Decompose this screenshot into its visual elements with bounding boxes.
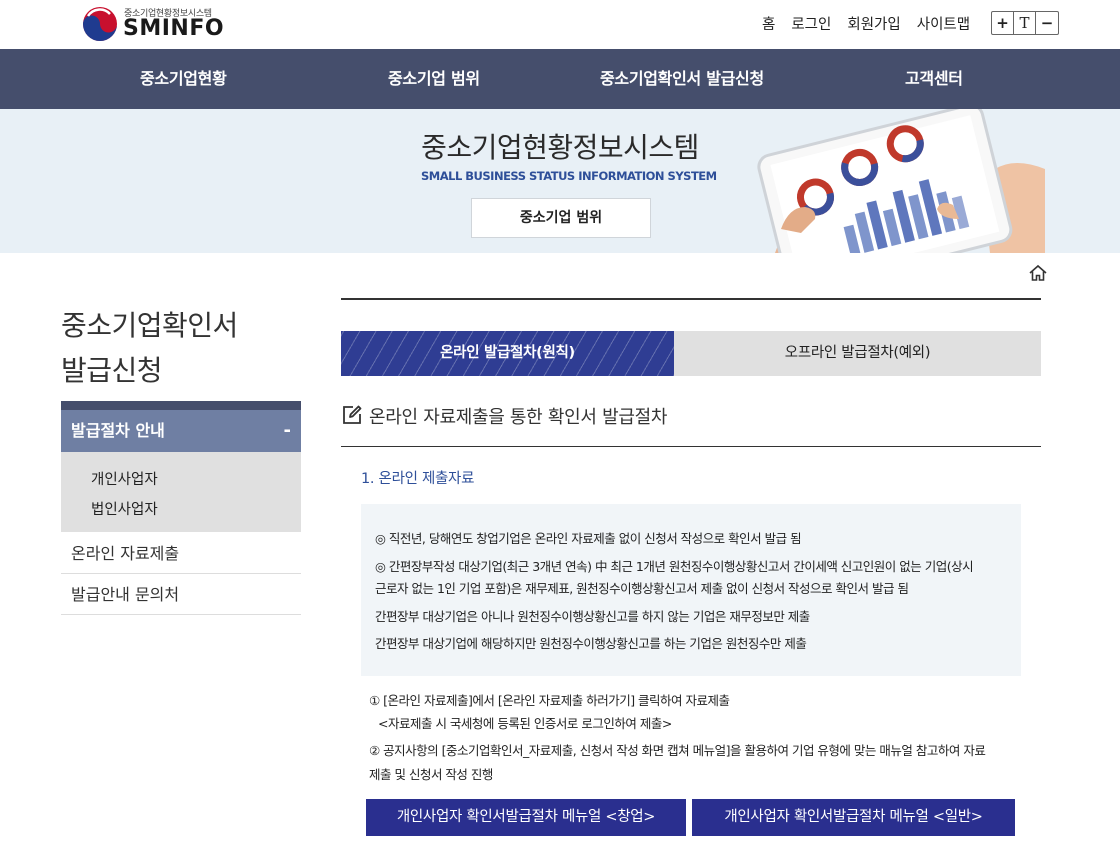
step-line: ② 공지사항의 [중소기업확인서_자료제출, 신청서 작성 화면 캡쳐 메뉴얼]… — [369, 743, 986, 758]
main-navigation: 중소기업현황 중소기업 범위 중소기업확인서 발급신청 고객센터 — [0, 49, 1120, 109]
info-line: 근로자 없는 1인 기업 포함)은 재무제표, 원천징수이행상황신고서 제출 없… — [375, 581, 909, 596]
collapse-toggle[interactable]: - — [284, 410, 291, 452]
font-decrease-button[interactable]: − — [1036, 12, 1058, 34]
edit-pencil-icon — [343, 405, 362, 424]
sidebar-submenu: 개인사업자 법인사업자 — [61, 452, 301, 532]
info-line: 간편장부 대상기업은 아니나 원천징수이행상황신고를 하지 않는 기업은 재무정… — [375, 609, 810, 624]
section-title-text: 온라인 자료제출을 통한 확인서 발급절차 — [369, 407, 668, 428]
section-title: 온라인 자료제출을 통한 확인서 발급절차 — [341, 403, 667, 429]
home-icon[interactable] — [1028, 263, 1048, 283]
step-line: <자료제출 시 국세청에 등록된 인증서로 로그인하여 제출> — [378, 716, 672, 731]
util-link-signup[interactable]: 회원가입 — [847, 13, 900, 34]
visual-banner: 중소기업현황정보시스템 SMALL BUSINESS STATUS INFORM… — [0, 109, 1120, 253]
font-size-controls: + T − — [991, 11, 1059, 35]
sidebar-subitem-individual[interactable]: 개인사업자 — [91, 468, 158, 489]
sidebar-item-inquiry[interactable]: 발급안내 문의처 — [61, 574, 301, 615]
sidebar-item-issuance-guide[interactable]: 발급절차 안내 - — [61, 410, 301, 452]
section-divider — [341, 446, 1041, 447]
sidebar-item-online-submission[interactable]: 온라인 자료제출 — [61, 533, 301, 574]
tab-offline-procedure[interactable]: 오프라인 발급절차(예외) — [674, 331, 1041, 376]
info-line: 간편장부 대상기업에 해당하지만 원천징수이행상황신고를 하는 기업은 원천징수… — [375, 636, 807, 651]
manual-startup-button[interactable]: 개인사업자 확인서발급절차 메뉴얼 <창업> — [366, 799, 686, 836]
sidebar-top-bar — [61, 401, 301, 410]
tab-online-procedure[interactable]: 온라인 발급절차(원칙) — [341, 331, 674, 376]
manual-general-button[interactable]: 개인사업자 확인서발급절차 메뉴얼 <일반> — [692, 799, 1015, 836]
gnb-item-sme-status[interactable]: 중소기업현황 — [140, 49, 227, 109]
sidebar-title-line2: 발급신청 — [61, 354, 163, 387]
info-line: ◎ 간편장부작성 대상기업(최근 3개년 연속) 中 최근 1개년 원천징수이행… — [375, 559, 974, 574]
online-materials-heading: 1. 온라인 제출자료 — [361, 471, 475, 487]
info-line: ◎ 직전년, 당해연도 창업기업은 온라인 자료제출 없이 신청서 작성으로 확… — [375, 531, 802, 546]
util-link-sitemap[interactable]: 사이트맵 — [917, 13, 970, 34]
sidebar-title: 중소기업확인서 발급신청 — [61, 303, 238, 393]
logo-wordmark: SMINFO — [123, 16, 225, 41]
content-top-divider — [341, 298, 1041, 300]
tablet-chart-illustration — [757, 109, 1045, 253]
util-link-home[interactable]: 홈 — [762, 13, 775, 34]
top-bar: 중소기업현황정보시스템 SMINFO 홈 로그인 회원가입 사이트맵 + T − — [0, 0, 1120, 49]
banner-scope-button[interactable]: 중소기업 범위 — [471, 198, 651, 238]
gnb-item-customer-center[interactable]: 고객센터 — [905, 49, 963, 109]
step-line: ① [온라인 자료제출]에서 [온라인 자료제출 하러가기] 클릭하여 자료제출 — [369, 693, 730, 708]
banner-title-text: 중소기업현황정보시스템 — [421, 131, 699, 164]
sidebar-item-label: 발급절차 안내 — [71, 421, 165, 440]
site-logo[interactable]: 중소기업현황정보시스템 SMINFO — [82, 5, 242, 43]
gnb-item-sme-scope[interactable]: 중소기업 범위 — [388, 49, 480, 109]
util-link-login[interactable]: 로그인 — [791, 13, 831, 34]
info-box: ◎ 직전년, 당해연도 창업기업은 온라인 자료제출 없이 신청서 작성으로 확… — [361, 504, 1021, 676]
utility-links: 홈 로그인 회원가입 사이트맵 — [762, 13, 986, 34]
gnb-item-certificate-apply[interactable]: 중소기업확인서 발급신청 — [600, 49, 764, 109]
sidebar-title-line1: 중소기업확인서 — [61, 309, 238, 342]
sidebar-subitem-corporate[interactable]: 법인사업자 — [91, 498, 158, 519]
font-reset-button[interactable]: T — [1014, 12, 1036, 34]
banner-subtitle: SMALL BUSINESS STATUS INFORMATION SYSTEM — [421, 169, 717, 183]
step-line: 제출 및 신청서 작성 진행 — [369, 767, 493, 782]
taegeuk-emblem-icon — [83, 7, 117, 42]
font-increase-button[interactable]: + — [992, 12, 1014, 34]
